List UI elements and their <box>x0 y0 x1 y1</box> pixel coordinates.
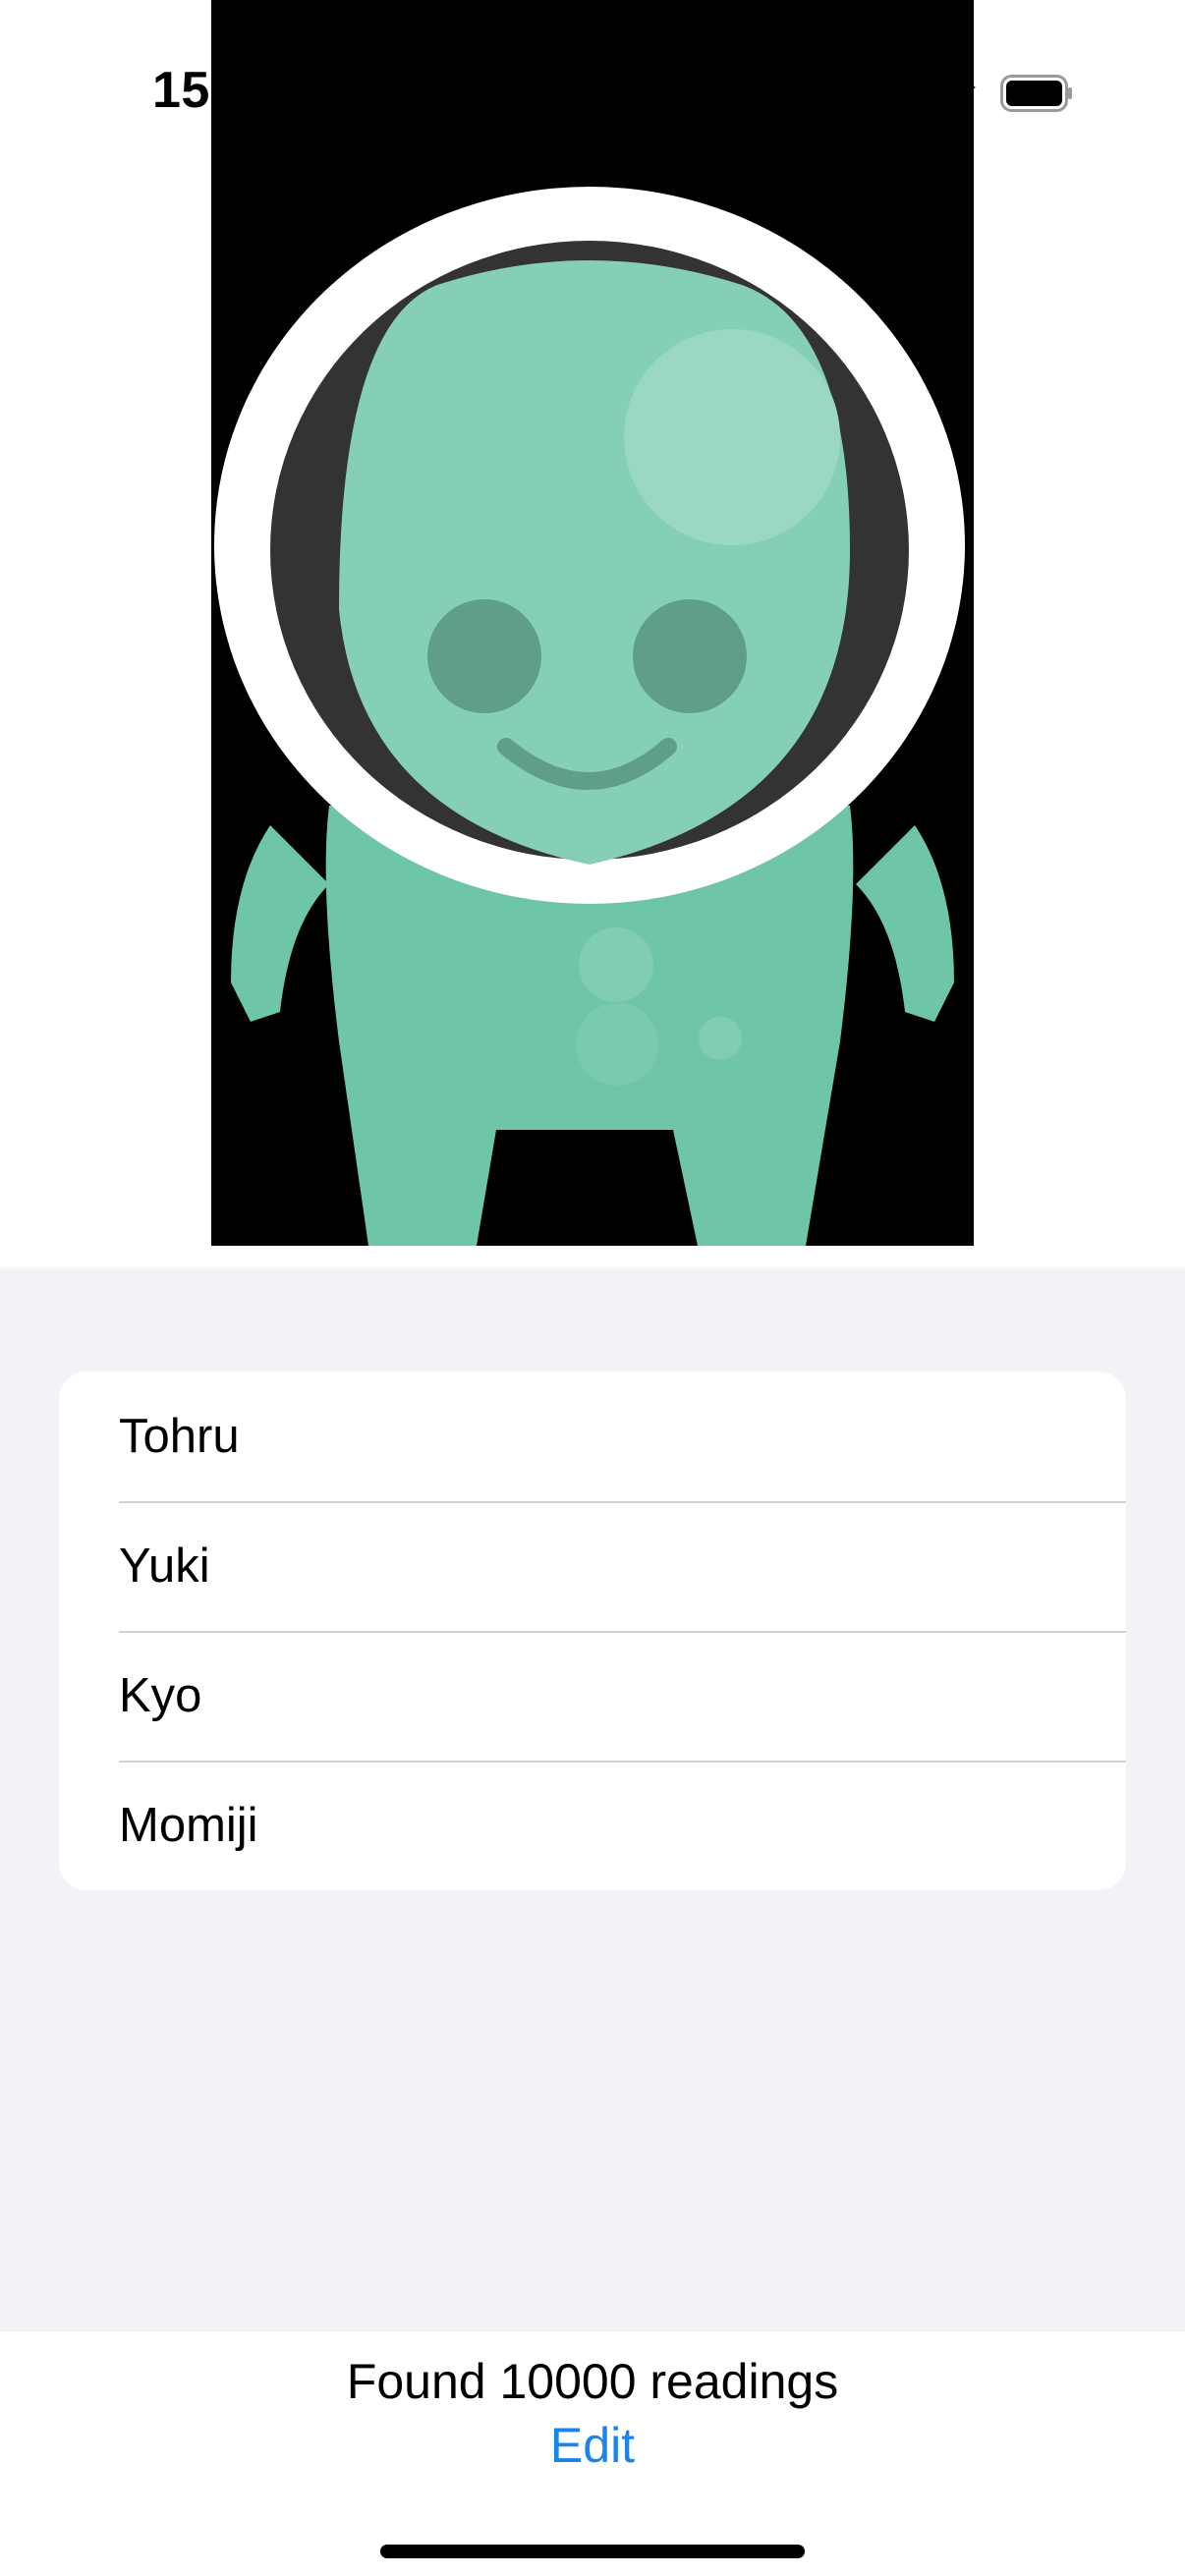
readings-status-text: Found 10000 readings <box>346 2354 839 2409</box>
list-item-label: Kyo <box>119 1669 202 1722</box>
status-bar: 15 <box>0 0 1185 187</box>
list-item-label: Momiji <box>119 1799 258 1852</box>
status-time: 15 <box>152 62 210 119</box>
list-item[interactable]: Kyo <box>59 1631 1126 1761</box>
bottom-toolbar: Found 10000 readings Edit <box>0 2331 1185 2576</box>
list-item-label: Yuki <box>119 1540 210 1593</box>
names-list: Tohru Yuki Kyo Momiji <box>59 1372 1126 1890</box>
wifi-icon <box>960 79 976 96</box>
list-item[interactable]: Momiji <box>59 1761 1126 1890</box>
edit-button[interactable]: Edit <box>0 2417 1185 2474</box>
alien-mascot-image <box>211 0 974 1246</box>
list-item-label: Tohru <box>119 1410 240 1463</box>
alien-mascot-icon <box>211 0 974 1246</box>
home-indicator[interactable] <box>380 2545 805 2558</box>
header-area: 15 <box>0 0 1185 1267</box>
list-item[interactable]: Yuki <box>59 1501 1126 1631</box>
list-item[interactable]: Tohru <box>59 1372 1126 1501</box>
battery-full-icon <box>1000 75 1072 112</box>
